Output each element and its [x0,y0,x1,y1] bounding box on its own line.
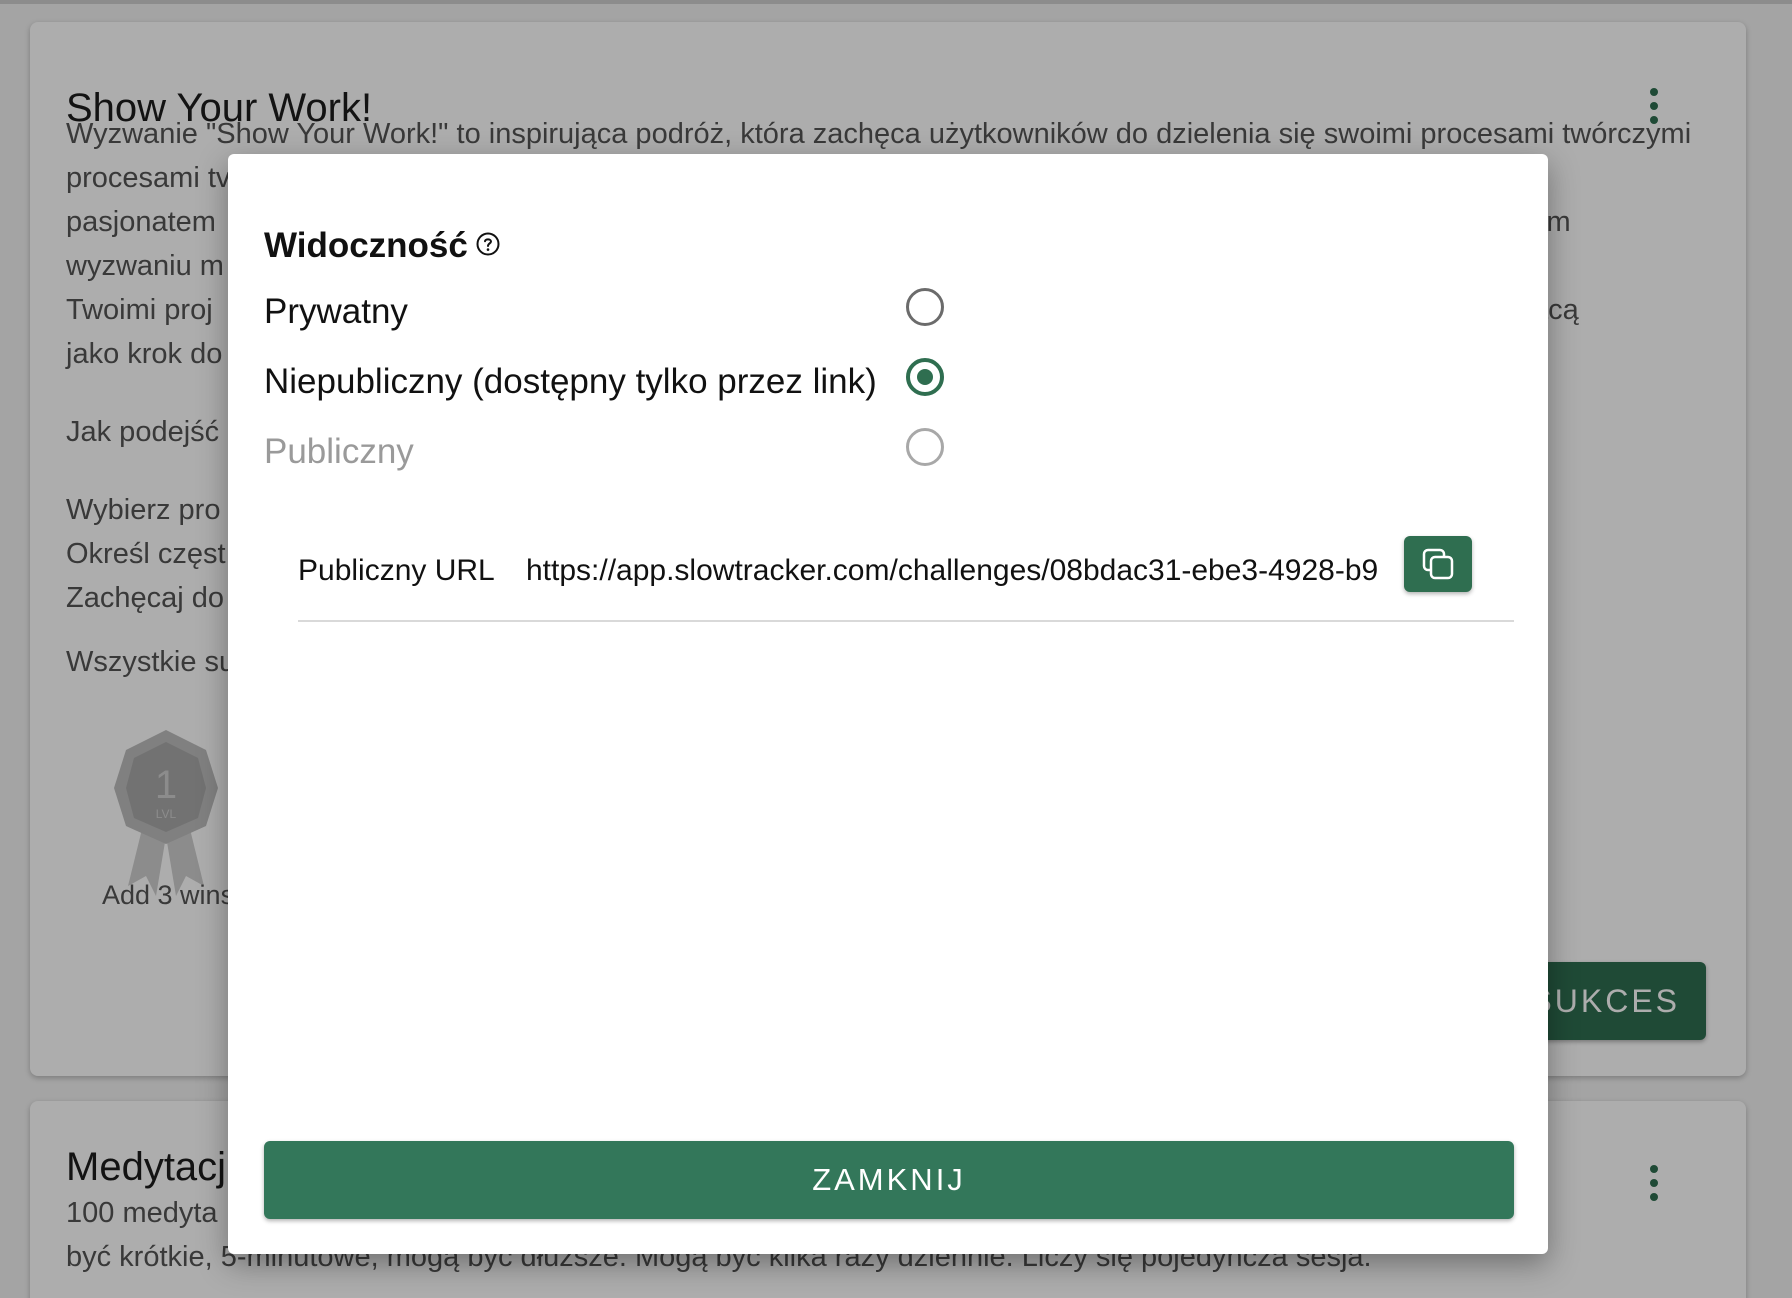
copy-url-button[interactable] [1404,536,1472,592]
visibility-title: Widoczność [264,226,468,265]
page: Show Your Work! Wyzwanie "Show Your Work… [0,0,1792,1298]
public-url-label: Publiczny URL [298,554,495,587]
public-url-field: Publiczny URL https://app.slowtracker.co… [298,536,1514,622]
close-button[interactable]: ZAMKNIJ [264,1141,1514,1219]
option-private-radio[interactable] [906,288,944,326]
help-circle-icon[interactable] [476,232,500,256]
option-unlisted-label: Niepubliczny (dostępny tylko przez link) [264,362,877,401]
option-private-label: Prywatny [264,292,408,331]
visibility-dialog: Widoczność Prywatny Niepubliczny (dostęp… [228,154,1548,1254]
option-unlisted-radio[interactable] [906,358,944,396]
public-url-value[interactable]: https://app.slowtracker.com/challenges/0… [526,554,1402,588]
option-public-label: Publiczny [264,432,414,471]
copy-icon [1422,548,1454,580]
option-public-radio [906,428,944,466]
